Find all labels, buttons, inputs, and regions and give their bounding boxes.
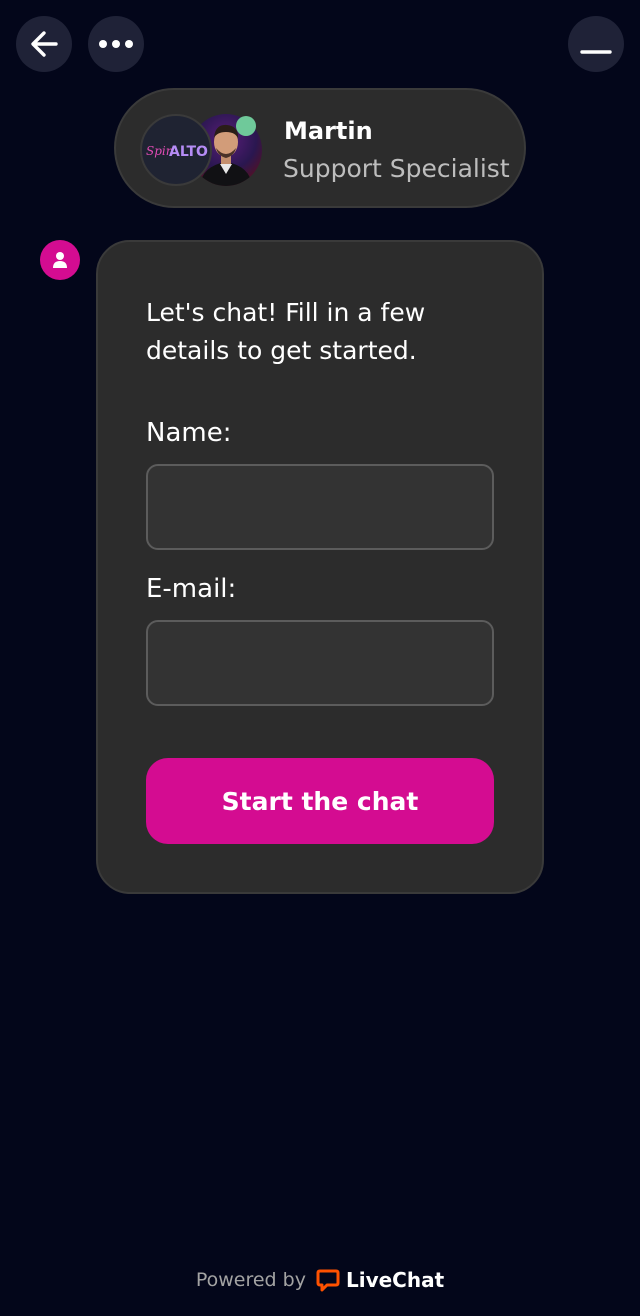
svg-text:ALTO: ALTO bbox=[169, 144, 208, 160]
ellipsis-icon bbox=[99, 40, 133, 48]
agent-role: Support Specialist bbox=[283, 154, 510, 183]
form-intro-text: Let's chat! Fill in a few details to get… bbox=[146, 298, 426, 365]
arrow-left-icon bbox=[31, 31, 58, 57]
minimize-button[interactable] bbox=[568, 16, 624, 72]
brand-logo-avatar: Spin ALTO bbox=[140, 114, 212, 186]
brand-logo: Spin ALTO bbox=[146, 144, 208, 160]
livechat-logo-icon bbox=[316, 1269, 340, 1292]
agent-card: Spin ALTO Martin Support Specialist bbox=[114, 88, 526, 208]
livechat-brand-name: LiveChat bbox=[345, 1268, 445, 1292]
name-label: Name: bbox=[146, 418, 232, 448]
name-input[interactable] bbox=[146, 464, 494, 550]
more-options-button[interactable] bbox=[88, 16, 144, 72]
powered-by-text: Powered by bbox=[195, 1269, 306, 1291]
minimize-icon bbox=[580, 50, 612, 54]
email-input[interactable] bbox=[146, 620, 494, 706]
email-label: E-mail: bbox=[146, 574, 237, 604]
livechat-link[interactable]: LiveChat bbox=[316, 1268, 444, 1292]
user-icon bbox=[53, 252, 67, 268]
bot-avatar bbox=[40, 240, 80, 280]
back-button[interactable] bbox=[16, 16, 72, 72]
start-chat-button[interactable]: Start the chat bbox=[146, 758, 494, 844]
prechat-form-card: Let's chat! Fill in a few details to get… bbox=[96, 240, 544, 894]
footer: Powered by LiveChat bbox=[0, 1262, 640, 1298]
online-status-dot bbox=[236, 116, 256, 136]
agent-name: Martin bbox=[284, 117, 373, 145]
